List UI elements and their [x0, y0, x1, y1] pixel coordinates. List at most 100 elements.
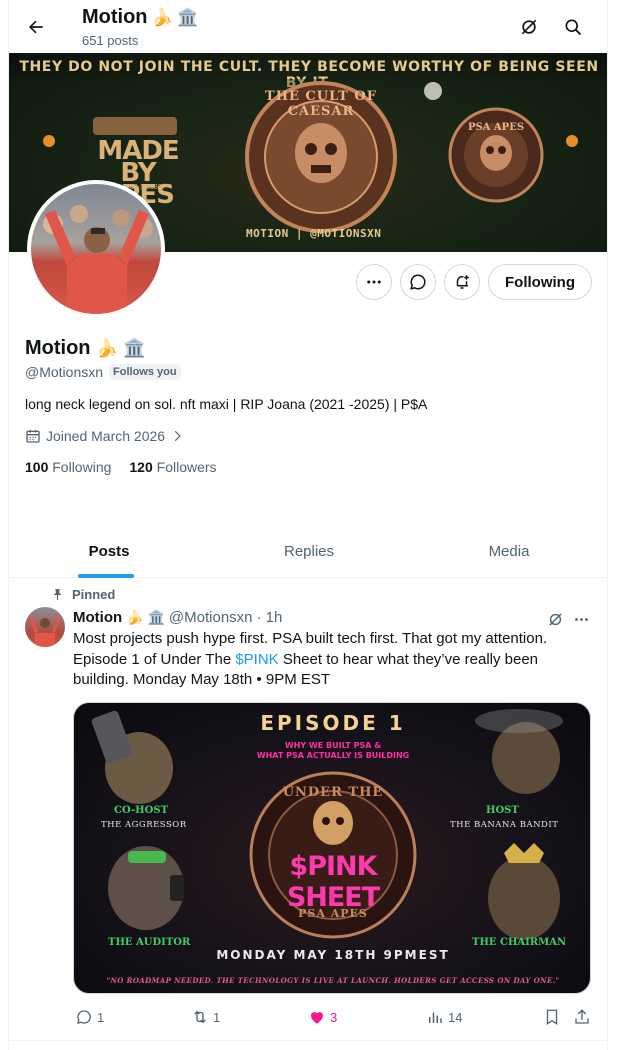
followers-count: 120	[129, 459, 153, 475]
following-count: 100	[25, 459, 49, 475]
header-emojis: 🍌 🏛️	[151, 7, 199, 27]
header-name: Motion	[82, 6, 148, 28]
chairman-label: THE CHAIRMAN	[472, 937, 567, 948]
active-tab-indicator	[78, 574, 134, 578]
bell-plus-icon	[456, 275, 469, 289]
profile-name: Motion 🍌 🏛️	[25, 337, 145, 360]
post-text-line-3: building. Monday May 18th • 9PM EST	[73, 671, 331, 688]
seal-bottom-text: PSA APES	[298, 907, 368, 920]
media-subtitle-1: WHY WE BUILT PSA &	[284, 741, 382, 750]
profile-bio: long neck legend on sol. nft maxi | RIP …	[25, 396, 428, 412]
more-button[interactable]	[356, 264, 392, 300]
handle-row: @Motionsxn Follows you	[25, 364, 181, 380]
top-bar: Motion 🍌 🏛️ 651 posts	[9, 0, 607, 53]
seal-main-text: $PINK SHEET	[286, 851, 380, 913]
post-text-line-2-pre: Episode 1 of Under The	[73, 650, 236, 668]
bookmark-button[interactable]	[543, 1008, 561, 1026]
repost-button[interactable]: 1	[191, 1008, 220, 1026]
follows-you-badge: Follows you	[109, 364, 181, 380]
center-seal-text: THE CULT OF CAESAR	[265, 89, 377, 119]
cashtag-link[interactable]: $PINK	[235, 651, 278, 668]
post-header: Motion 🍌 🏛️ @Motionsxn · 1h	[73, 609, 282, 626]
post-author-handle[interactable]: @Motionsxn	[169, 609, 253, 626]
cohost-label: CO-HOST	[114, 805, 169, 816]
joined-date[interactable]: Joined March 2026	[25, 428, 184, 444]
pin-icon	[53, 589, 62, 600]
following-count-link[interactable]: 100 Following	[25, 459, 111, 475]
post-text-line-2-post: Sheet to hear what they’ve really been	[278, 650, 539, 668]
tab-media[interactable]: Media	[409, 525, 607, 577]
post-author-emojis: 🍌 🏛️	[126, 609, 165, 625]
arrow-left-icon	[29, 20, 43, 34]
followers-count-link[interactable]: 120 Followers	[129, 459, 216, 475]
search-button[interactable]	[559, 13, 587, 41]
post-text-line-2: Episode 1 of Under The $PINK Sheet to he…	[73, 650, 593, 671]
media-subtitle: WHY WE BUILT PSA & WHAT PSA ACTUALLY IS …	[204, 741, 462, 761]
joined-text: Joined March 2026	[46, 428, 166, 444]
media-episode-title: EPISODE 1	[260, 711, 406, 735]
repost-icon	[194, 1010, 206, 1024]
following-label: Following	[52, 459, 112, 475]
post-avatar-image	[29, 616, 61, 647]
pinned-label: Pinned	[72, 587, 116, 602]
tab-posts-label: Posts	[88, 542, 130, 560]
following-button[interactable]: Following	[488, 264, 592, 300]
media-footer: "NO ROADMAP NEEDED. THE TECHNOLOGY IS LI…	[106, 976, 560, 985]
share-button[interactable]	[573, 1008, 591, 1026]
like-button[interactable]: 3	[308, 1008, 337, 1026]
chat-bubble-icon	[410, 274, 426, 290]
post-divider	[9, 1040, 607, 1041]
post-avatar[interactable]	[25, 607, 65, 647]
grok-icon	[521, 19, 537, 35]
media-subtitle-2: WHAT PSA ACTUALLY IS BUILDING	[256, 751, 410, 760]
heart-filled-icon	[311, 1012, 323, 1024]
post-grok-button[interactable]	[545, 609, 565, 629]
profile-handle: @Motionsxn	[25, 364, 104, 380]
like-count: 3	[330, 1009, 338, 1025]
pinned-indicator: Pinned	[51, 587, 115, 602]
post-author-name[interactable]: Motion	[73, 609, 122, 626]
followers-label: Followers	[156, 459, 217, 475]
chevron-right-icon	[174, 430, 181, 442]
banner-footer: MOTION | @MOTIONSXN	[246, 227, 382, 240]
back-button[interactable]	[21, 12, 51, 42]
post-media[interactable]: EPISODE 1 WHY WE BUILT PSA & WHAT PSA AC…	[73, 702, 591, 994]
views-chart-icon	[429, 1012, 442, 1023]
views-count: 14	[448, 1009, 463, 1025]
header-posts-count: 651 posts	[82, 33, 139, 48]
follow-counts: 100 Following 120 Followers	[25, 459, 217, 475]
right-seal-text: PSA APES	[467, 122, 525, 133]
grok-icon	[548, 612, 562, 626]
more-icon	[574, 617, 588, 621]
reply-count: 1	[97, 1009, 105, 1025]
post-time[interactable]: · 1h	[257, 609, 283, 626]
profile-name-emojis: 🍌 🏛️	[95, 338, 146, 358]
more-icon	[367, 280, 381, 284]
profile-avatar[interactable]	[27, 180, 165, 318]
media-date: MONDAY MAY 18TH 9PMEST	[216, 948, 450, 962]
profile-tabs: Posts Replies Media	[9, 525, 607, 578]
profile-display-name: Motion	[25, 337, 91, 359]
bookmark-icon	[546, 1009, 558, 1026]
avatar-image	[43, 205, 153, 314]
message-button[interactable]	[400, 264, 436, 300]
post-more-button[interactable]	[571, 609, 591, 629]
repost-count: 1	[213, 1009, 221, 1025]
tab-posts[interactable]: Posts	[9, 525, 209, 577]
header-title: Motion 🍌 🏛️	[82, 6, 199, 29]
post-text: Most projects push hype first. PSA built…	[73, 629, 593, 691]
grok-button[interactable]	[515, 13, 543, 41]
notifications-button[interactable]	[444, 264, 480, 300]
tab-replies[interactable]: Replies	[209, 525, 409, 577]
profile-page: Motion 🍌 🏛️ 651 posts THEY DO NOT JOIN T…	[8, 0, 608, 1050]
seal-top-text: UNDER THE	[282, 785, 384, 800]
tab-replies-label: Replies	[283, 542, 335, 560]
moon-icon	[424, 82, 442, 100]
host-role: THE BANANA BANDIT	[450, 820, 559, 830]
share-icon	[575, 1009, 589, 1024]
cohost-role: THE AGGRESSOR	[101, 820, 187, 830]
calendar-icon	[26, 430, 40, 443]
auditor-label: THE AUDITOR	[108, 937, 191, 948]
views-button[interactable]: 14	[426, 1008, 462, 1026]
reply-button[interactable]: 1	[75, 1008, 104, 1026]
